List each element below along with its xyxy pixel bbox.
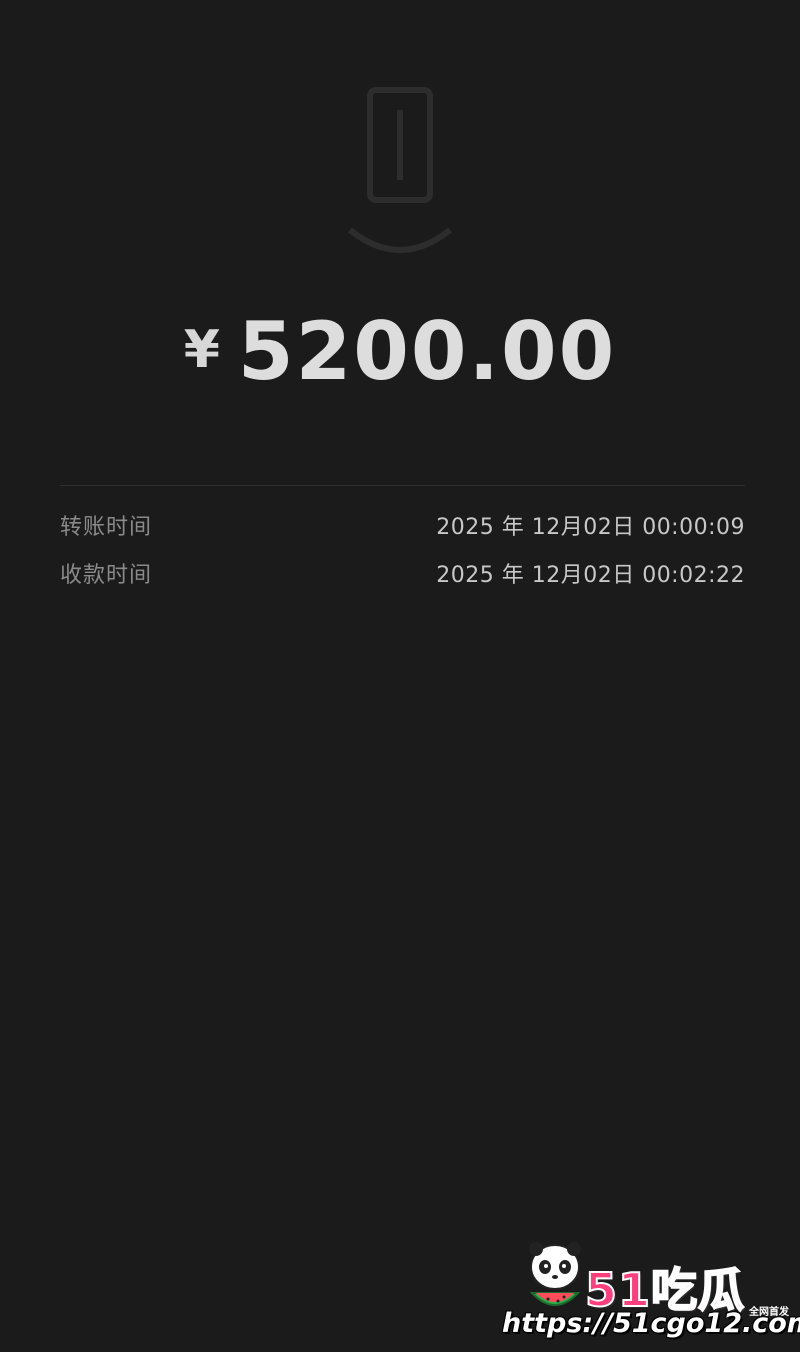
transfer-time-value: 2025 年 12月02日 00:00:09 <box>436 515 745 540</box>
transfer-time-label: 转账时间 <box>60 515 153 540</box>
panda-mascot-icon <box>529 1242 581 1306</box>
currency-symbol: ¥ <box>183 320 220 380</box>
transfer-status-icon <box>348 87 452 253</box>
divider <box>60 485 745 486</box>
watermark-url: https://51cgo12.com <box>502 1308 800 1339</box>
receive-time-value: 2025 年 12月02日 00:02:22 <box>436 563 745 588</box>
transfer-amount: ¥ 5200.00 <box>0 305 800 415</box>
transfer-time-row: 转账时间 2025 年 12月02日 00:00:09 <box>60 508 745 542</box>
watermark: 51吃瓜 全网首发 https://51cgo12.com <box>500 1232 800 1350</box>
amount-value: 5200.00 <box>237 305 617 398</box>
receive-time-row: 收款时间 2025 年 12月02日 00:02:22 <box>60 556 745 590</box>
receive-time-label: 收款时间 <box>60 563 153 588</box>
